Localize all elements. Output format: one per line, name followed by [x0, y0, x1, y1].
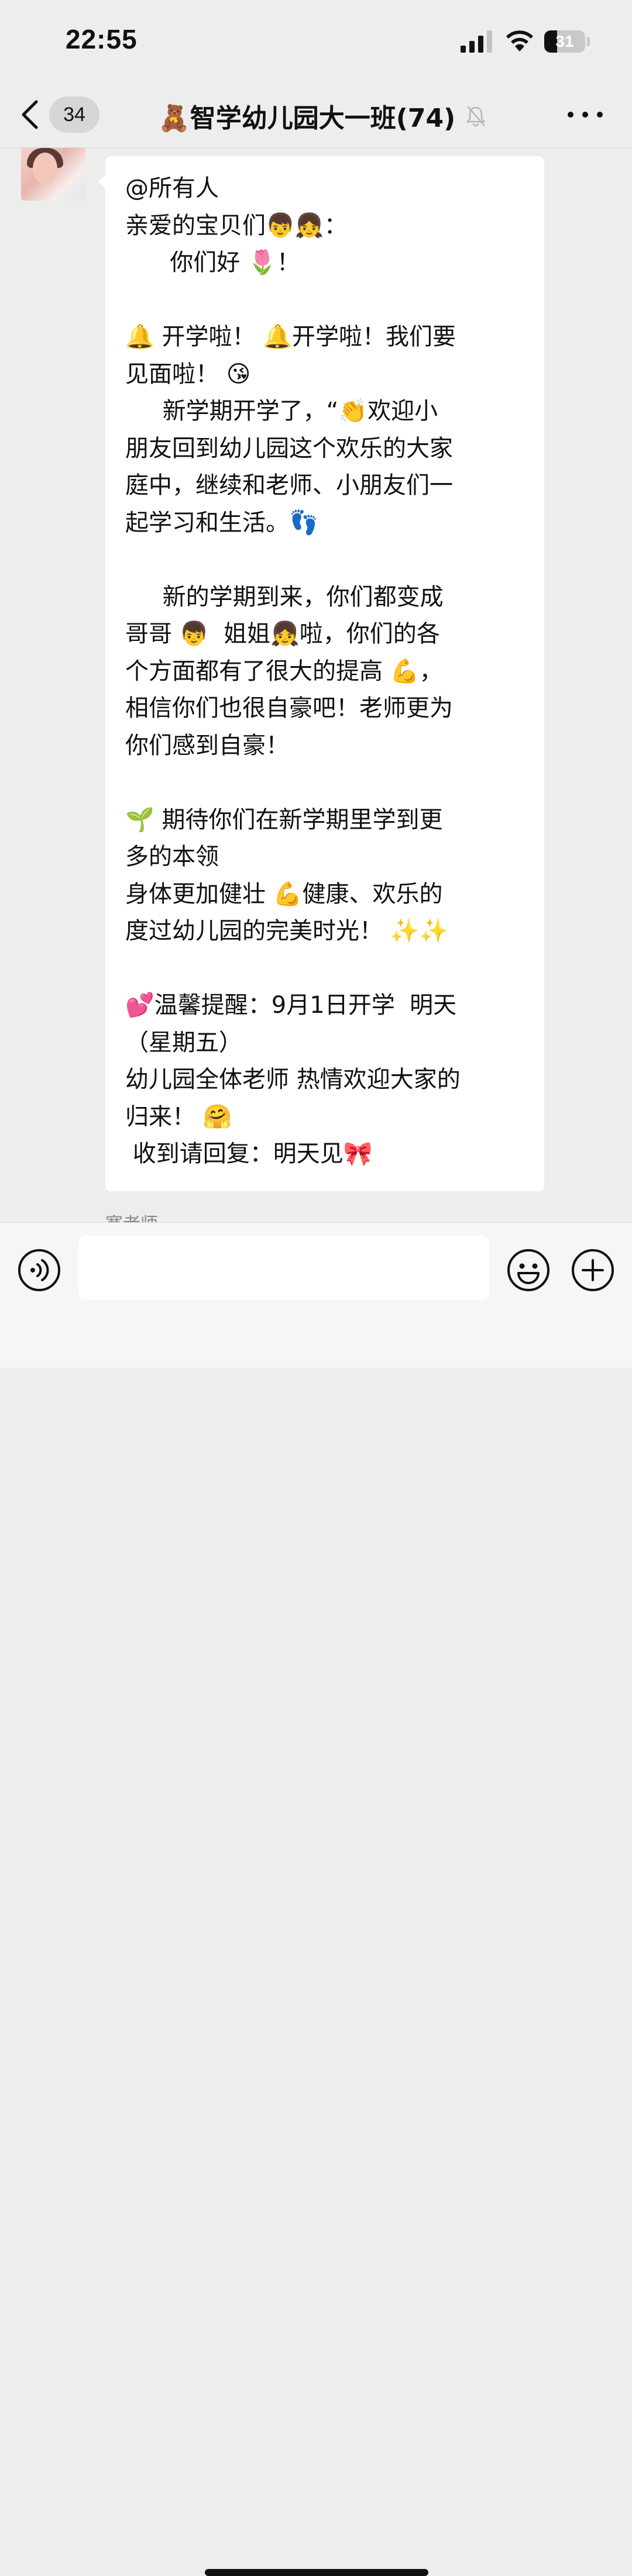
- home-indicator[interactable]: [205, 2569, 428, 2576]
- more-dots-icon: [597, 112, 603, 118]
- wifi-icon: [506, 30, 533, 51]
- chevron-left-icon: [22, 100, 38, 129]
- message-line: 新学期开学了，“👏欢迎小: [125, 398, 438, 425]
- chat-title-text: 🧸智学幼儿园大一班(74): [158, 104, 456, 133]
- message-line: 🌱 期待你们在新学期里学到更: [125, 806, 443, 833]
- status-time: 22:55: [66, 24, 138, 54]
- message-line: [125, 282, 529, 319]
- message-line: 度过幼儿园的完美时光！ ✨✨: [125, 918, 449, 944]
- status-bar: 22:55 31: [0, 0, 632, 82]
- message-line: 身体更加健壮 💪健康、欢乐的: [125, 880, 443, 908]
- message-line: 幼儿园全体老师 热情欢迎大家的: [125, 1066, 461, 1093]
- next-sender-name: 寒老师: [105, 1209, 158, 1222]
- message-line: [125, 764, 529, 802]
- chat-message-list[interactable]: @所有人亲爱的宝贝们👦👧： 你们好 🌷！ 🔔 开学啦！ 🔔开学啦！我们要 见面啦！ …: [0, 148, 632, 1222]
- back-button[interactable]: 34: [21, 95, 115, 135]
- signal-icon: [461, 30, 492, 53]
- message-line: 庭中，继续和老师、小朋友们一: [125, 472, 453, 499]
- plus-icon[interactable]: [571, 1249, 614, 1292]
- message-line: 哥哥 👦 姐姐👧啦，你们的各: [125, 620, 440, 647]
- message-line: 🔔 开学啦！ 🔔开学啦！我们要: [125, 323, 456, 350]
- more-options-button[interactable]: [568, 102, 603, 127]
- battery-level-text: 31: [555, 32, 574, 50]
- sender-avatar[interactable]: [21, 148, 85, 201]
- chat-title[interactable]: 🧸智学幼儿园大一班(74): [158, 99, 487, 133]
- message-line: 归来！ 🤗: [125, 1103, 232, 1130]
- next-sender-avatar[interactable]: [21, 1218, 85, 1222]
- message-line: （星期五）: [125, 1029, 242, 1056]
- message-line: 朋友回到幼儿园这个欢乐的大家: [125, 434, 453, 462]
- avatar-face: [33, 153, 57, 184]
- message-line: 亲爱的宝贝们👦👧：: [125, 212, 348, 239]
- chat-header: 34 🧸智学幼儿园大一班(74): [0, 82, 632, 148]
- message-line: [125, 542, 529, 579]
- battery-icon: 31: [544, 30, 585, 53]
- message-line: 💕温馨提醒：9月1日开学 明天: [125, 992, 457, 1019]
- message-bubble[interactable]: @所有人亲爱的宝贝们👦👧： 你们好 🌷！ 🔔 开学啦！ 🔔开学啦！我们要 见面啦！ …: [105, 156, 544, 1191]
- message-line: 个方面都有了很大的提高 💪，: [125, 657, 443, 685]
- message-line: 收到请回复：明天见🎀: [125, 1140, 373, 1167]
- message-line: 你们好 🌷！: [125, 249, 300, 276]
- message-line: 新的学期到来，你们都变成: [125, 583, 444, 611]
- voice-icon[interactable]: [18, 1249, 61, 1292]
- message-line: 你们感到自豪！: [125, 732, 289, 759]
- more-dots-icon: [582, 112, 588, 118]
- chat-input-bar: [0, 1222, 632, 2576]
- message-line: @所有人: [125, 175, 219, 202]
- message-input[interactable]: [78, 1236, 489, 1300]
- unread-count-badge: 34: [49, 96, 99, 133]
- message-line: 相信你们也很自豪吧！老师更为: [125, 695, 453, 722]
- emoji-icon[interactable]: [507, 1249, 550, 1292]
- message-line: 起学习和生活。👣: [125, 509, 318, 536]
- message-line: [125, 950, 529, 988]
- message-line: 见面啦！ 😘: [125, 360, 251, 388]
- battery-cap: [587, 37, 590, 46]
- message-line: 多的本领: [125, 843, 219, 870]
- bell-slash-icon: [466, 106, 486, 127]
- more-dots-icon: [568, 112, 573, 118]
- message-text: @所有人亲爱的宝贝们👦👧： 你们好 🌷！ 🔔 开学啦！ 🔔开学啦！我们要 见面啦！ …: [125, 170, 529, 1173]
